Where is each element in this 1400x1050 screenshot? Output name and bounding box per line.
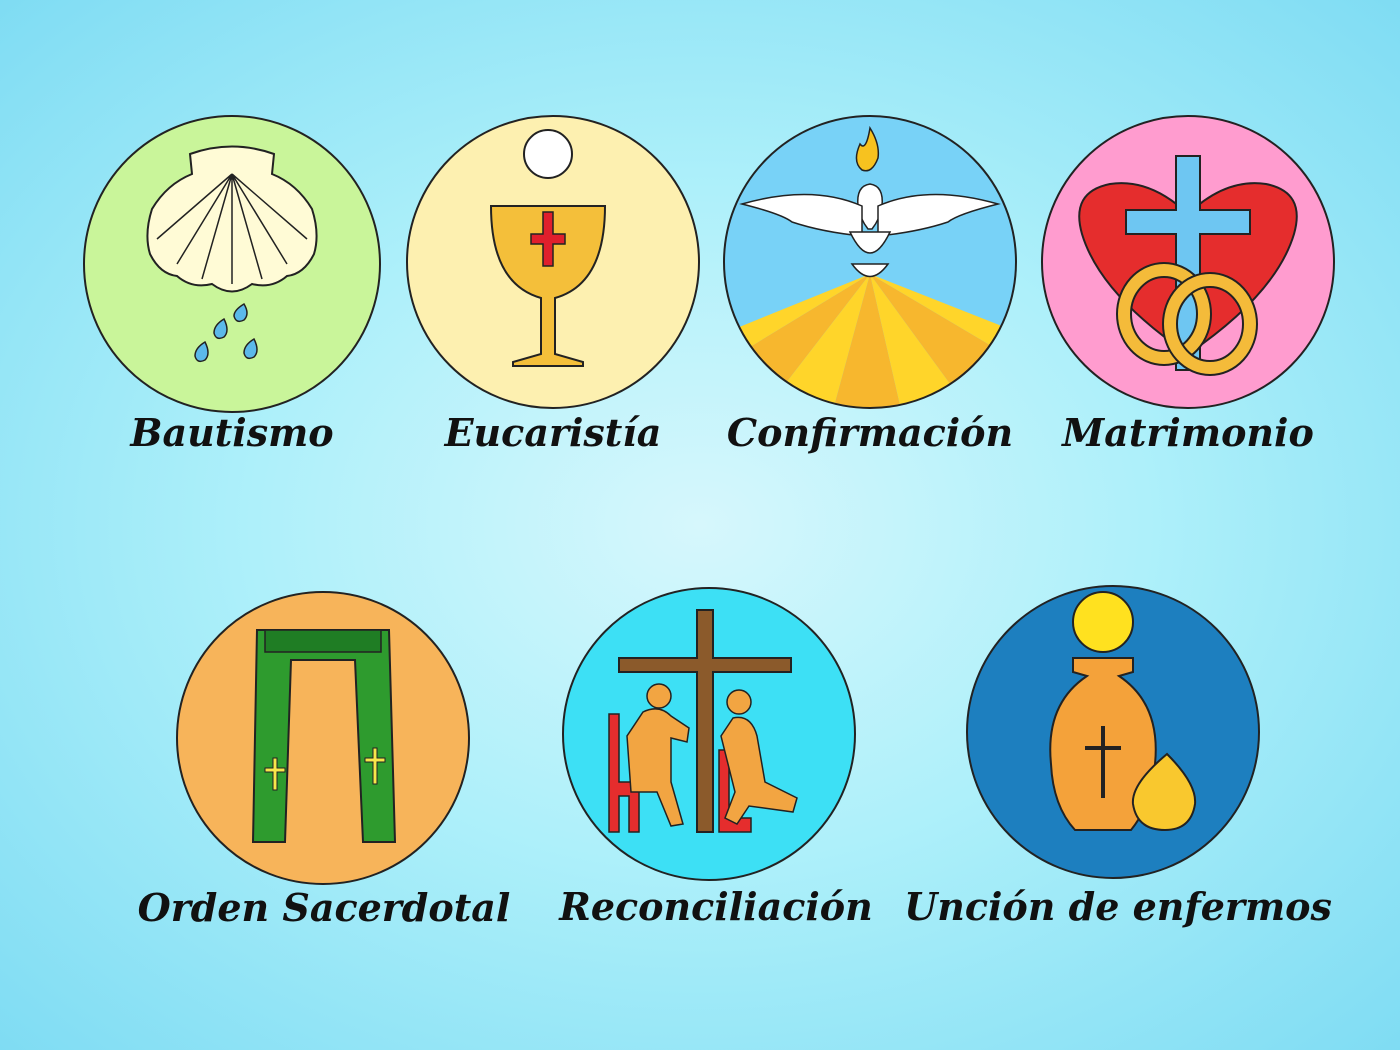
sacrament-label-eucaristia: Eucaristía [444,410,662,455]
confirmacion-circle [722,114,1018,410]
eucaristia-circle [405,114,701,410]
sacrament-label-bautismo: Bautismo [130,410,334,455]
bautismo-circle [82,114,382,414]
chalice-host-icon [406,115,700,409]
sacrament-label-confirmacion: Confirmación [726,410,1014,455]
matrimonio-circle [1040,114,1336,410]
sacrament-label-reconciliacion: Reconciliación [559,884,873,929]
oil-jar-host-icon [966,585,1260,879]
stole-icon [176,591,470,885]
sacrament-label-uncion: Unción de enfermos [904,884,1332,929]
orden-circle [175,590,471,886]
uncion-circle [965,584,1261,880]
sacrament-label-matrimonio: Matrimonio [1062,410,1314,455]
sacrament-label-orden: Orden Sacerdotal [137,885,511,930]
cross-confession-icon [562,587,856,881]
shell-water-icon [83,115,381,413]
heart-cross-rings-icon [1041,115,1335,409]
reconciliacion-circle [561,586,857,882]
dove-flame-icon [723,115,1017,409]
